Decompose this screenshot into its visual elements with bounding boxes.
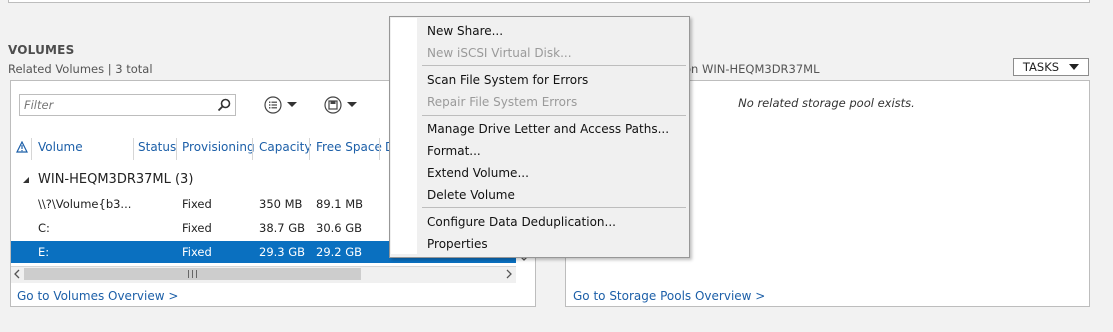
- cell-provisioning: Fixed: [182, 221, 212, 235]
- save-icon: [324, 96, 342, 114]
- collapse-triangle-icon[interactable]: [22, 176, 30, 184]
- previous-panel-edge: [8, 0, 1090, 3]
- save-query-button[interactable]: [324, 96, 358, 114]
- menu-icon-gutter: [391, 18, 417, 254]
- menu-item-properties[interactable]: Properties: [427, 237, 488, 251]
- cell-free-space: 89.1 MB: [316, 197, 364, 211]
- filter-box[interactable]: [19, 94, 236, 116]
- cell-volume: \\?\Volume{b3...: [38, 197, 132, 211]
- menu-item-manage-drive-letter[interactable]: Manage Drive Letter and Access Paths...: [427, 122, 669, 136]
- cell-free-space: 30.6 GB: [316, 221, 363, 235]
- menu-item-scan-file-system[interactable]: Scan File System for Errors: [427, 73, 588, 87]
- chevron-down-icon: [287, 102, 297, 107]
- search-icon[interactable]: [216, 97, 232, 113]
- cell-capacity: 29.3 GB: [259, 245, 306, 259]
- menu-item-delete-volume[interactable]: Delete Volume: [427, 188, 515, 202]
- view-options-button[interactable]: [264, 96, 298, 114]
- volumes-overview-link[interactable]: Go to Volumes Overview >: [17, 289, 178, 303]
- column-header-volume[interactable]: Volume: [38, 140, 83, 154]
- filter-input[interactable]: [20, 95, 213, 115]
- grip-icon: [188, 270, 197, 278]
- storage-pools-overview-link[interactable]: Go to Storage Pools Overview >: [573, 289, 765, 303]
- volumes-title: VOLUMES: [8, 43, 75, 57]
- menu-item-format[interactable]: Format...: [427, 144, 481, 158]
- column-separator: [309, 138, 310, 160]
- server-group-label: WIN-HEQM3DR37ML (3): [38, 172, 194, 187]
- scroll-left-icon[interactable]: [13, 269, 21, 279]
- menu-separator: [422, 115, 686, 116]
- menu-item-repair-file-system: Repair File System Errors: [427, 95, 578, 109]
- menu-item-configure-deduplication[interactable]: Configure Data Deduplication...: [427, 215, 616, 229]
- column-header-status[interactable]: Status: [138, 140, 176, 154]
- menu-item-extend-volume[interactable]: Extend Volume...: [427, 166, 529, 180]
- column-header-provisioning[interactable]: Provisioning: [182, 140, 255, 154]
- cell-volume: C:: [38, 221, 50, 235]
- menu-item-new-iscsi-virtual-disk: New iSCSI Virtual Disk...: [427, 46, 572, 60]
- warning-sort-icon[interactable]: [16, 141, 28, 154]
- cell-provisioning: Fixed: [182, 197, 212, 211]
- list-options-icon: [264, 96, 282, 114]
- cell-free-space: 29.2 GB: [316, 245, 363, 259]
- menu-item-new-share[interactable]: New Share...: [427, 24, 503, 38]
- scroll-right-icon[interactable]: [505, 269, 513, 279]
- column-separator: [252, 138, 253, 160]
- column-separator: [176, 138, 177, 160]
- tasks-label: TASKS: [1022, 60, 1060, 74]
- cell-capacity: 38.7 GB: [259, 221, 306, 235]
- chevron-down-icon: [1069, 64, 1080, 70]
- menu-separator: [422, 207, 686, 208]
- chevron-down-icon: [347, 102, 357, 107]
- storage-pool-title: on WIN-HEQM3DR37ML: [684, 62, 820, 76]
- cell-provisioning: Fixed: [182, 245, 212, 259]
- cell-volume: E:: [38, 245, 50, 259]
- volumes-subtitle: Related Volumes | 3 total: [8, 62, 153, 76]
- scroll-corner: [516, 266, 533, 282]
- tasks-button[interactable]: TASKS: [1013, 58, 1089, 76]
- menu-separator: [422, 65, 686, 66]
- column-separator: [133, 138, 134, 160]
- column-separator: [31, 138, 32, 160]
- server-group-header[interactable]: WIN-HEQM3DR37ML (3): [22, 172, 193, 187]
- column-separator: [379, 138, 380, 160]
- cell-capacity: 350 MB: [259, 197, 303, 211]
- column-header-capacity[interactable]: Capacity: [259, 140, 311, 154]
- column-header-free-space[interactable]: Free Space: [316, 140, 382, 154]
